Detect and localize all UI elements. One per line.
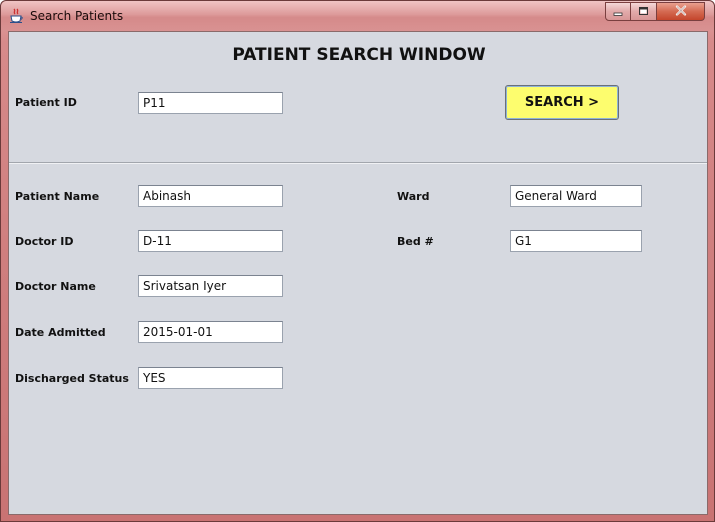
minimize-icon (613, 3, 623, 21)
bed-label: Bed # (397, 235, 434, 248)
patient-id-field[interactable] (138, 92, 283, 114)
doctor-id-label: Doctor ID (15, 235, 74, 248)
java-cup-icon (9, 8, 24, 24)
patient-name-label: Patient Name (15, 190, 100, 203)
app-window: Search Patients PATIENT SEARCH WINDOW Pa… (0, 0, 715, 522)
window-controls (605, 2, 705, 21)
doctor-id-field[interactable] (138, 230, 283, 252)
section-divider (9, 162, 707, 164)
ward-label: Ward (397, 190, 430, 203)
doctor-name-label: Doctor Name (15, 280, 96, 293)
patient-id-label: Patient ID (15, 96, 77, 109)
discharged-status-label: Discharged Status (15, 372, 129, 385)
close-icon (675, 3, 687, 21)
page-title: PATIENT SEARCH WINDOW (232, 45, 486, 65)
doctor-name-field[interactable] (138, 275, 283, 297)
close-button[interactable] (657, 2, 705, 21)
patient-name-field[interactable] (138, 185, 283, 207)
date-admitted-label: Date Admitted (15, 326, 106, 339)
minimize-button[interactable] (605, 2, 631, 21)
bed-field[interactable] (510, 230, 642, 252)
maximize-icon (638, 3, 649, 21)
maximize-button[interactable] (631, 2, 657, 21)
ward-field[interactable] (510, 185, 642, 207)
title-bar[interactable]: Search Patients (1, 1, 714, 31)
date-admitted-field[interactable] (138, 321, 283, 343)
search-panel: PATIENT SEARCH WINDOW Patient ID SEARCH … (8, 31, 708, 515)
search-button[interactable]: SEARCH > (505, 85, 619, 120)
window-title: Search Patients (30, 9, 124, 23)
discharged-status-field[interactable] (138, 367, 283, 389)
